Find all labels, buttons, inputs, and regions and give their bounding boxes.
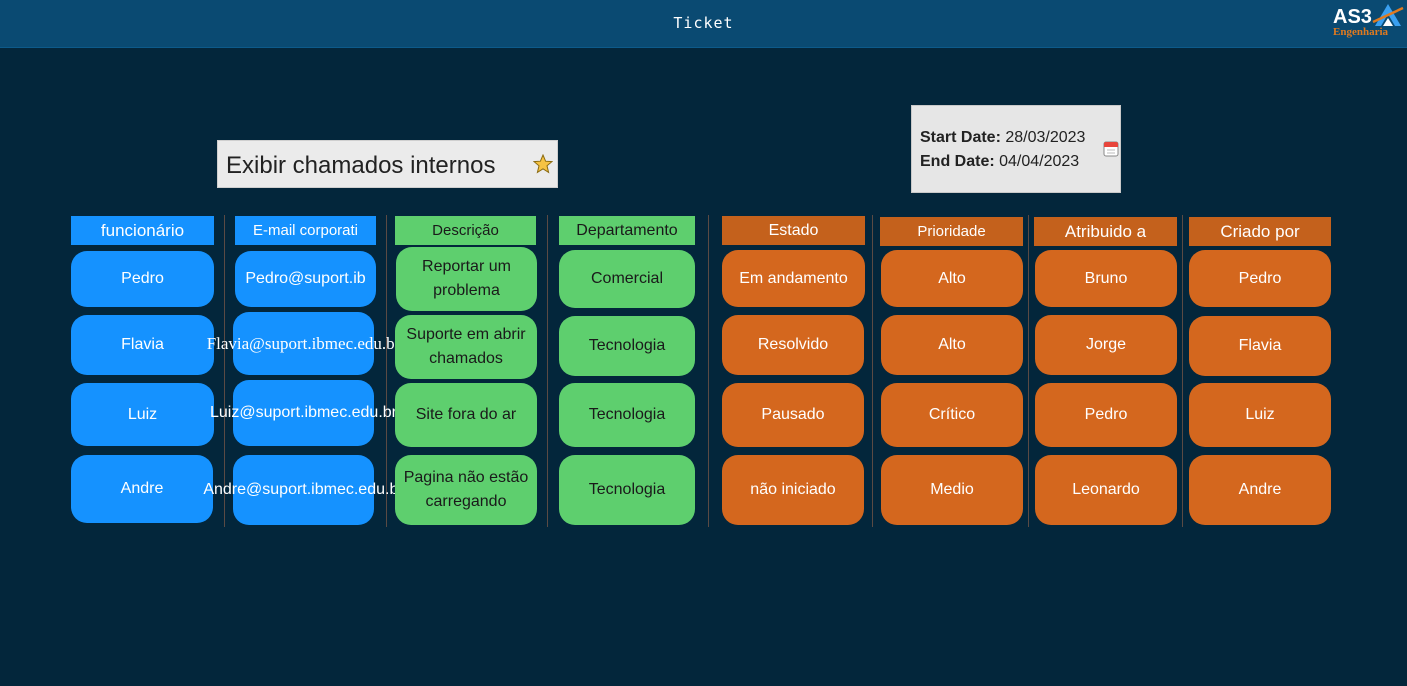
header-departamento: Departamento — [559, 216, 695, 245]
cell-funcionario[interactable]: Flavia — [71, 315, 214, 375]
calendar-icon[interactable] — [1103, 140, 1119, 157]
window-title: Ticket — [673, 14, 734, 32]
as3-logo-icon: AS3 Engenharia — [1329, 2, 1407, 44]
cell-estado[interactable]: Pausado — [722, 383, 864, 447]
end-date-row: End Date: 04/04/2023 — [920, 153, 1079, 171]
cell-email[interactable]: Andre@suport.ibmec.edu.br — [203, 455, 404, 525]
header-prioridade: Prioridade — [880, 217, 1023, 246]
cell-departamento[interactable]: Tecnologia — [559, 316, 695, 376]
start-date-label: Start Date: — [920, 129, 1001, 146]
top-bar: Ticket AS3 Engenharia — [0, 0, 1407, 48]
cell-email[interactable]: Pedro@suport.ib — [235, 251, 376, 307]
cell-prioridade[interactable]: Medio — [881, 455, 1023, 525]
cell-funcionario[interactable]: Andre — [71, 455, 213, 523]
cell-departamento[interactable]: Tecnologia — [559, 455, 695, 525]
cell-atribuido[interactable]: Bruno — [1035, 250, 1177, 307]
cell-estado[interactable]: não iniciado — [722, 455, 864, 525]
cell-funcionario[interactable]: Luiz — [71, 383, 214, 446]
logo-mark-icon — [1372, 4, 1404, 26]
header-descricao: Descrição — [395, 216, 536, 245]
column-divider — [1182, 215, 1183, 527]
column-divider — [708, 215, 709, 527]
cell-descricao[interactable]: Suporte em abrir chamados — [395, 315, 537, 379]
end-date-value: 04/04/2023 — [999, 153, 1080, 170]
cell-descricao[interactable]: Site fora do ar — [395, 383, 537, 447]
column-divider — [1028, 215, 1029, 527]
cell-descricao[interactable]: Pagina não estão carregando — [395, 455, 537, 525]
cell-prioridade[interactable]: Alto — [881, 250, 1023, 307]
cell-departamento[interactable]: Tecnologia — [559, 383, 695, 447]
cell-prioridade[interactable]: Alto — [881, 315, 1023, 375]
cell-estado[interactable]: Em andamento — [722, 250, 865, 307]
star-icon[interactable] — [533, 154, 553, 174]
end-date-label: End Date: — [920, 153, 995, 170]
cell-estado[interactable]: Resolvido — [722, 315, 864, 375]
cell-criado-por[interactable]: Luiz — [1189, 383, 1331, 447]
cell-email[interactable]: Flavia@suport.ibmec.edu.br — [207, 312, 400, 375]
start-date-row: Start Date: 28/03/2023 — [920, 129, 1085, 147]
cell-email[interactable]: Luiz@suport.ibmec.edu.br — [210, 380, 397, 446]
header-atribuido: Atribuido a — [1034, 217, 1177, 246]
cell-atribuido[interactable]: Jorge — [1035, 315, 1177, 375]
cell-prioridade[interactable]: Crítico — [881, 383, 1023, 447]
filter-label: Exibir chamados internos — [226, 152, 496, 179]
column-divider — [872, 215, 873, 527]
cell-departamento[interactable]: Comercial — [559, 250, 695, 308]
cell-atribuido[interactable]: Leonardo — [1035, 455, 1177, 525]
cell-criado-por[interactable]: Andre — [1189, 455, 1331, 525]
cell-funcionario[interactable]: Pedro — [71, 251, 214, 307]
header-criado-por: Criado por — [1189, 217, 1331, 246]
header-funcionario: funcionário — [71, 216, 214, 245]
cell-criado-por[interactable]: Flavia — [1189, 316, 1331, 376]
start-date-value: 28/03/2023 — [1005, 129, 1086, 146]
header-estado: Estado — [722, 216, 865, 245]
internal-tickets-filter[interactable]: Exibir chamados internos — [217, 140, 558, 188]
cell-criado-por[interactable]: Pedro — [1189, 250, 1331, 307]
header-email: E-mail corporati — [235, 216, 376, 245]
column-divider — [547, 215, 548, 527]
cell-atribuido[interactable]: Pedro — [1035, 383, 1177, 447]
date-range-picker[interactable]: Start Date: 28/03/2023 End Date: 04/04/2… — [911, 105, 1121, 193]
cell-descricao[interactable]: Reportar um problema — [396, 247, 537, 311]
